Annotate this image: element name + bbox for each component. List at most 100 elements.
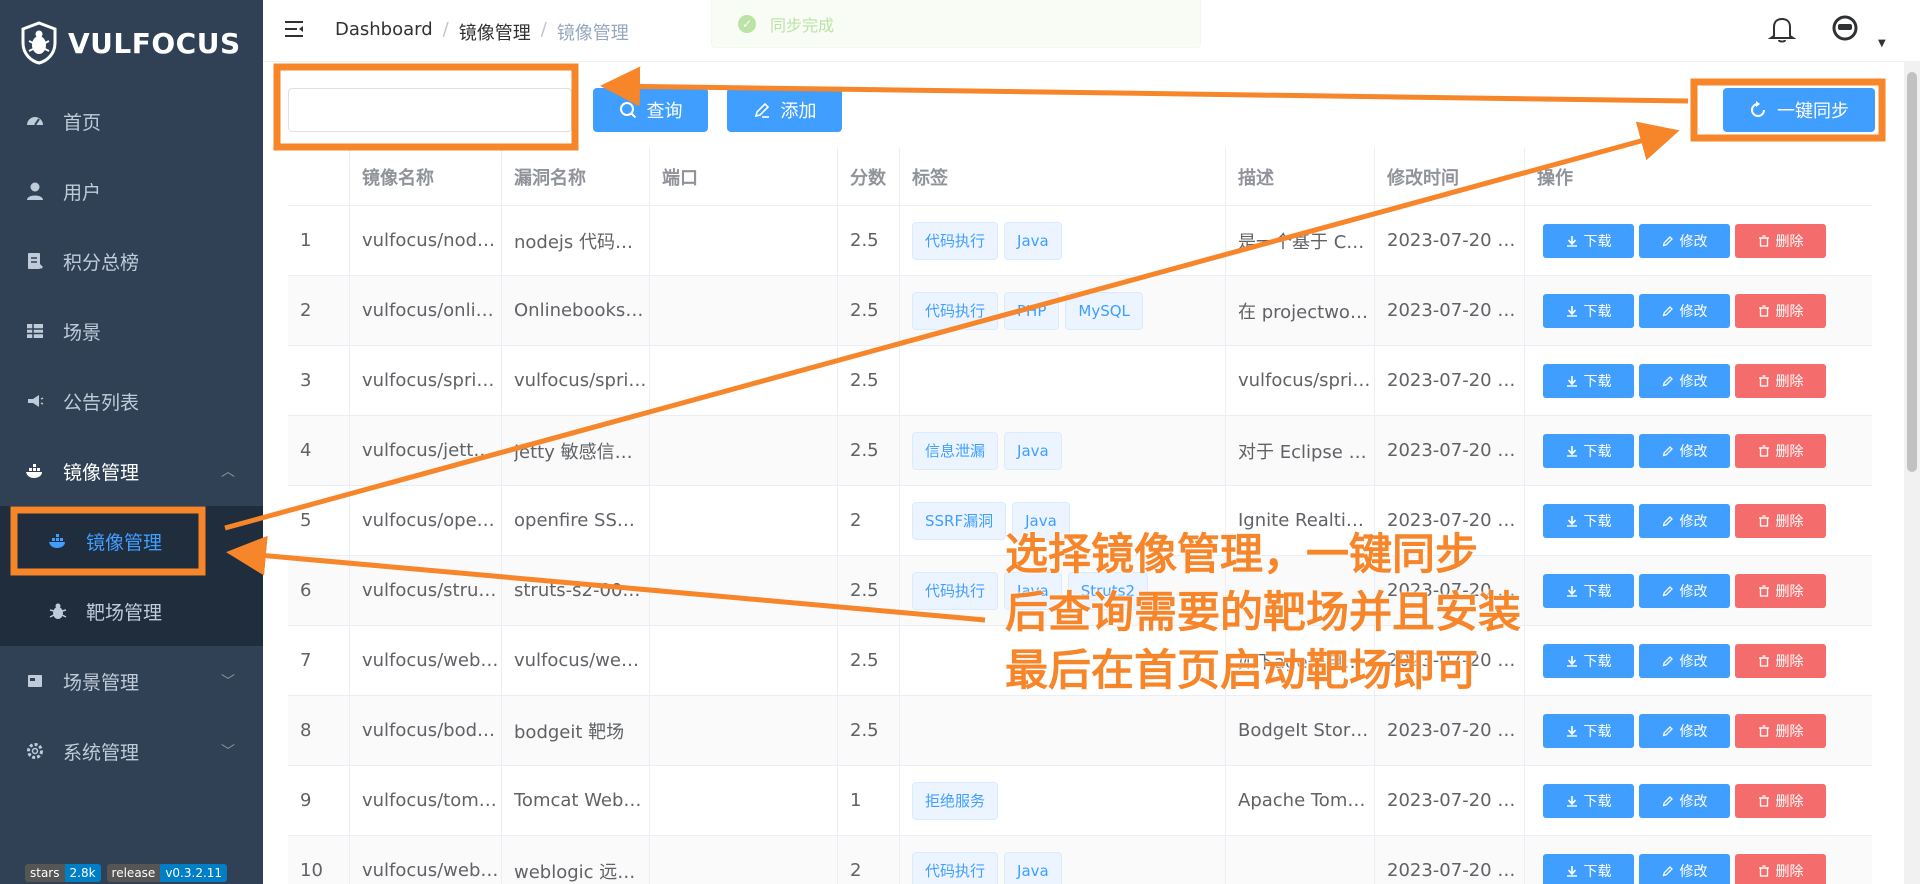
- cell-score: 1: [838, 766, 900, 835]
- release-badge[interactable]: release v0.3.2.11: [106, 864, 228, 882]
- edit-button[interactable]: 修改: [1639, 853, 1730, 884]
- column-header: 描述: [1226, 148, 1375, 205]
- sidebar-item-system-management[interactable]: 系统管理 ﹀: [0, 716, 263, 786]
- page-scrollbar[interactable]: [1904, 62, 1920, 884]
- avatar-icon[interactable]: [1831, 14, 1859, 42]
- sidebar-item-home[interactable]: 首页: [0, 86, 263, 156]
- search-input[interactable]: [288, 88, 572, 132]
- edit-button[interactable]: 修改: [1639, 783, 1730, 818]
- cell-score: 2.5: [838, 416, 900, 485]
- hamburger-menu-icon[interactable]: [283, 18, 305, 40]
- cell-image-name: vulfocus/webl…: [350, 836, 502, 884]
- cell-id: 10: [288, 836, 350, 884]
- download-button[interactable]: 下载: [1543, 363, 1634, 398]
- tag-badge: Java: [1004, 851, 1062, 884]
- sidebar-submenu: 镜像管理 靶场管理: [0, 506, 263, 646]
- delete-button[interactable]: 删除: [1735, 783, 1826, 818]
- download-button[interactable]: 下载: [1543, 503, 1634, 538]
- trash-icon: [1758, 444, 1769, 457]
- delete-button[interactable]: 删除: [1735, 503, 1826, 538]
- cell-vuln-name: bodgeit 靶场: [502, 696, 650, 765]
- cell-vuln-name: jetty 敏感信…: [502, 416, 650, 485]
- one-click-sync-button[interactable]: 一键同步: [1723, 88, 1875, 132]
- edit-button[interactable]: 修改: [1639, 223, 1730, 258]
- download-button[interactable]: 下载: [1543, 223, 1634, 258]
- cell-vuln-name: nodejs 代码…: [502, 206, 650, 275]
- cell-score: 2.5: [838, 556, 900, 625]
- edit-button[interactable]: 修改: [1639, 433, 1730, 468]
- cell-port: [650, 486, 838, 555]
- edit-button[interactable]: 修改: [1639, 503, 1730, 538]
- edit-button[interactable]: 修改: [1639, 293, 1730, 328]
- cell-tags: [900, 346, 1226, 415]
- cell-actions: 下载 修改 删除: [1525, 766, 1872, 835]
- search-icon: [619, 102, 636, 119]
- delete-button[interactable]: 删除: [1735, 433, 1826, 468]
- cell-vuln-name: Tomcat Web…: [502, 766, 650, 835]
- download-button[interactable]: 下载: [1543, 853, 1634, 884]
- cell-image-name: vulfocus/jetty…: [350, 416, 502, 485]
- cell-actions: 下载 修改 删除: [1525, 696, 1872, 765]
- download-icon: [1566, 305, 1577, 317]
- sidebar-item-label: 公告列表: [63, 391, 140, 414]
- cell-actions: 下载 修改 删除: [1525, 276, 1872, 345]
- cell-score: 2.5: [838, 696, 900, 765]
- cell-tags: 信息泄漏 Java: [900, 416, 1226, 485]
- cell-id: 1: [288, 206, 350, 275]
- download-icon: [1566, 655, 1577, 667]
- cell-image-name: vulfocus/strut…: [350, 556, 502, 625]
- edit-icon: [1662, 445, 1673, 456]
- sidebar-item-announcements[interactable]: 公告列表: [0, 366, 263, 436]
- add-button[interactable]: 添加: [727, 88, 842, 132]
- edit-button[interactable]: 修改: [1639, 363, 1730, 398]
- delete-button[interactable]: 删除: [1735, 713, 1826, 748]
- download-button[interactable]: 下载: [1543, 713, 1634, 748]
- download-button[interactable]: 下载: [1543, 293, 1634, 328]
- breadcrumb-item[interactable]: 镜像管理: [459, 19, 531, 45]
- edit-button[interactable]: 修改: [1639, 573, 1730, 608]
- cell-modified-time: 2023-07-20 …: [1375, 836, 1525, 884]
- scrollbar-thumb[interactable]: [1907, 72, 1917, 472]
- delete-button[interactable]: 删除: [1735, 573, 1826, 608]
- caret-down-icon[interactable]: ▼: [1878, 38, 1886, 49]
- delete-button[interactable]: 删除: [1735, 363, 1826, 398]
- cell-tags: 代码执行 Java: [900, 836, 1226, 884]
- download-button[interactable]: 下载: [1543, 433, 1634, 468]
- cell-actions: 下载 修改 删除: [1525, 346, 1872, 415]
- sidebar-item-image-management[interactable]: 镜像管理 ︿: [0, 436, 263, 506]
- tag-badge: 拒绝服务: [912, 781, 999, 820]
- sidebar-item-ranking[interactable]: 积分总榜: [0, 226, 263, 296]
- edit-button[interactable]: 修改: [1639, 643, 1730, 678]
- sidebar-subitem-range-management[interactable]: 靶场管理: [0, 576, 263, 646]
- download-button[interactable]: 下载: [1543, 643, 1634, 678]
- sidebar-item-label: 场景管理: [63, 671, 140, 694]
- sidebar-item-scene[interactable]: 场景: [0, 296, 263, 366]
- cell-image-name: vulfocus/webl…: [350, 626, 502, 695]
- column-header: 标签: [900, 148, 1226, 205]
- trash-icon: [1758, 374, 1769, 387]
- delete-button[interactable]: 删除: [1735, 293, 1826, 328]
- bell-icon[interactable]: [1768, 14, 1796, 44]
- sidebar-item-scene-management[interactable]: 场景管理 ﹀: [0, 646, 263, 716]
- sidebar-subitem-image-management[interactable]: 镜像管理: [0, 506, 263, 576]
- success-toast: ✓ 同步完成: [711, 0, 1201, 48]
- check-circle-icon: ✓: [738, 14, 756, 33]
- download-button[interactable]: 下载: [1543, 783, 1634, 818]
- edit-button[interactable]: 修改: [1639, 713, 1730, 748]
- sidebar-item-label: 镜像管理: [86, 531, 163, 554]
- cell-modified-time: 2023-07-20 …: [1375, 346, 1525, 415]
- delete-button[interactable]: 删除: [1735, 853, 1826, 884]
- breadcrumb-item[interactable]: Dashboard: [335, 19, 433, 45]
- query-button[interactable]: 查询: [593, 88, 708, 132]
- logo[interactable]: VULFOCUS: [0, 0, 263, 86]
- download-button[interactable]: 下载: [1543, 573, 1634, 608]
- delete-button[interactable]: 删除: [1735, 643, 1826, 678]
- dashboard-icon: [25, 111, 45, 131]
- sidebar-item-user[interactable]: 用户: [0, 156, 263, 226]
- cell-actions: 下载 修改 删除: [1525, 486, 1872, 555]
- delete-button[interactable]: 删除: [1735, 223, 1826, 258]
- cell-port: [650, 416, 838, 485]
- cell-port: [650, 556, 838, 625]
- cell-tags: 拒绝服务: [900, 766, 1226, 835]
- stars-badge[interactable]: stars 2.8k: [25, 864, 101, 882]
